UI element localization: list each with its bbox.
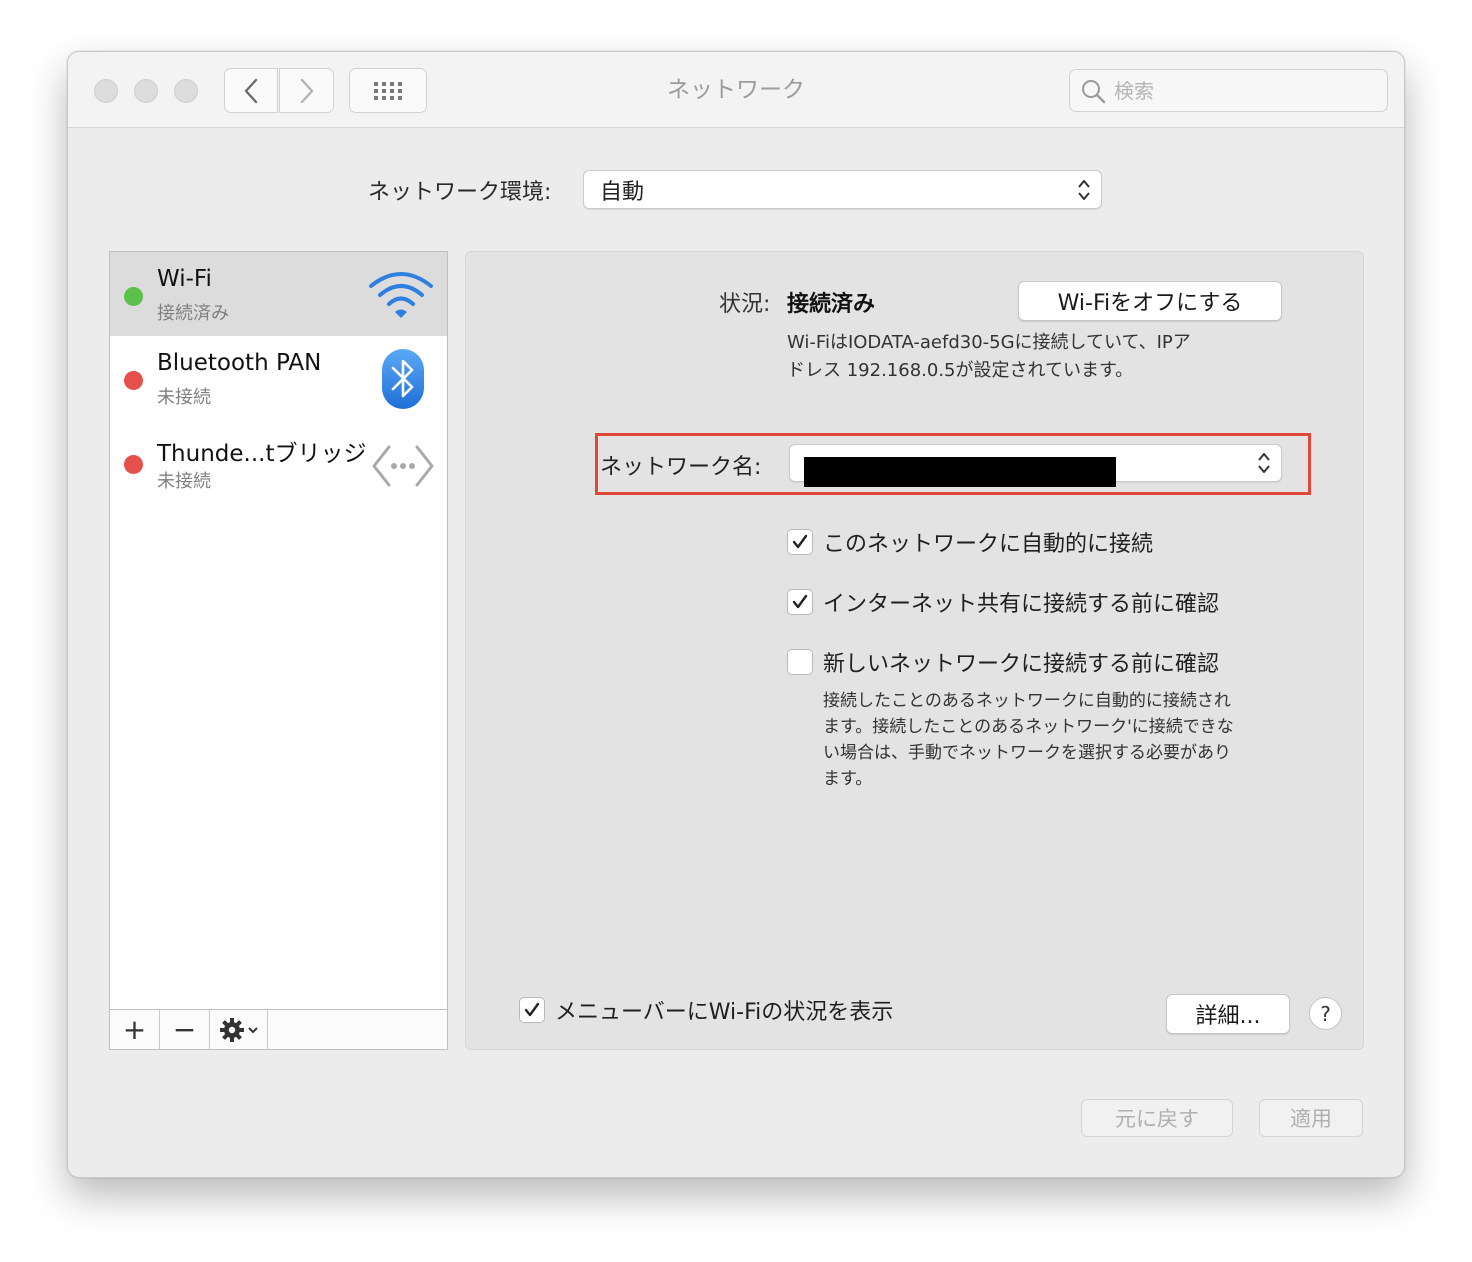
status-value: 接続済み <box>787 292 876 317</box>
chevron-right-icon <box>300 78 313 103</box>
service-status: 接続済み <box>157 303 229 324</box>
add-service-button[interactable]: + <box>110 1010 160 1049</box>
chevron-down-icon <box>247 1026 258 1033</box>
status-dot <box>124 287 143 306</box>
service-name: Bluetooth PAN <box>157 350 322 376</box>
service-list-toolbar: + − <box>110 1009 447 1049</box>
checkmark-icon <box>792 534 808 549</box>
ask-new-network-note: 接続したことのあるネットワークに自動的に接続され ます。接続したことのあるネット… <box>823 691 1234 789</box>
checkmark-icon <box>792 594 808 609</box>
auto-join-label: このネットワークに自動的に接続 <box>823 532 1154 557</box>
zoom-window-button[interactable] <box>174 79 198 103</box>
menubar-status-checkbox[interactable] <box>519 997 545 1023</box>
location-popup[interactable]: 自動 <box>583 170 1102 209</box>
ask-hotspot-checkbox-row[interactable]: インターネット共有に接続する前に確認 <box>787 586 1219 618</box>
ask-new-network-checkbox-row[interactable]: 新しいネットワークに接続する前に確認 <box>787 646 1219 678</box>
revert-button[interactable]: 元に戻す <box>1081 1099 1233 1137</box>
gear-icon <box>219 1017 244 1042</box>
service-name: Thunde...tブリッジ <box>157 441 367 467</box>
redacted-network-name <box>804 457 1116 487</box>
help-button[interactable]: ? <box>1309 997 1342 1030</box>
action-menu-button[interactable] <box>210 1010 268 1049</box>
auto-join-checkbox-row[interactable]: このネットワークに自動的に接続 <box>787 526 1153 558</box>
service-item-bluetooth-pan[interactable]: Bluetooth PAN 未接続 <box>110 336 447 420</box>
search-input[interactable] <box>1114 78 1374 103</box>
status-label: 状況: <box>719 292 771 317</box>
service-name: Wi-Fi <box>157 266 212 292</box>
service-status: 未接続 <box>157 471 211 492</box>
show-all-button[interactable] <box>349 68 427 113</box>
service-item-wifi[interactable]: Wi-Fi 接続済み <box>110 252 447 336</box>
wifi-off-button[interactable]: Wi-Fiをオフにする <box>1018 281 1282 321</box>
ask-new-network-label: 新しいネットワークに接続する前に確認 <box>823 652 1220 677</box>
updown-chevron-icon <box>1258 453 1270 473</box>
location-label: ネットワーク環境: <box>368 180 552 205</box>
ask-hotspot-label: インターネット共有に接続する前に確認 <box>823 592 1220 617</box>
advanced-button[interactable]: 詳細... <box>1166 994 1290 1034</box>
status-dot <box>124 455 143 474</box>
remove-service-button[interactable]: − <box>160 1010 210 1049</box>
service-status: 未接続 <box>157 387 211 408</box>
checkmark-icon <box>524 1002 540 1017</box>
wifi-detail-pane: 状況: 接続済み Wi-Fiをオフにする Wi-FiはIODATA-aefd30… <box>465 251 1364 1050</box>
back-button[interactable] <box>224 68 278 113</box>
ask-new-network-checkbox[interactable] <box>787 649 813 675</box>
bluetooth-icon <box>382 349 424 409</box>
updown-chevron-icon <box>1078 179 1090 200</box>
auto-join-checkbox[interactable] <box>787 529 813 555</box>
network-name-popup[interactable] <box>789 444 1282 487</box>
status-description: Wi-FiはIODATA-aefd30-5Gに接続していて、IPア ドレス 19… <box>787 332 1191 381</box>
network-preferences-window: ネットワーク ネットワーク環境: 自動 Wi-Fi 接続済み <box>67 51 1405 1178</box>
wifi-icon <box>369 272 433 318</box>
ask-hotspot-checkbox[interactable] <box>787 589 813 615</box>
grid-icon <box>374 81 402 100</box>
minimize-window-button[interactable] <box>134 79 158 103</box>
service-list: Wi-Fi 接続済み Bluetooth PAN 未接続 Thunde...tブ… <box>109 251 448 1050</box>
menubar-status-checkbox-row[interactable]: メニューバーにWi-Fiの状況を表示 <box>519 994 893 1026</box>
ethernet-bridge-icon <box>372 445 434 487</box>
network-name-label: ネットワーク名: <box>600 455 762 480</box>
network-name-highlight: ネットワーク名: <box>595 433 1311 495</box>
search-field[interactable] <box>1069 69 1388 112</box>
menubar-status-label: メニューバーにWi-Fiの状況を表示 <box>555 1000 894 1025</box>
apply-button[interactable]: 適用 <box>1259 1099 1363 1137</box>
close-window-button[interactable] <box>94 79 118 103</box>
status-dot <box>124 371 143 390</box>
chevron-left-icon <box>244 78 258 103</box>
title-bar: ネットワーク <box>68 52 1404 128</box>
forward-button[interactable] <box>279 68 334 113</box>
search-icon <box>1082 79 1106 103</box>
location-value: 自動 <box>600 179 645 205</box>
service-item-thunderbolt-bridge[interactable]: Thunde...tブリッジ 未接続 <box>110 420 447 504</box>
